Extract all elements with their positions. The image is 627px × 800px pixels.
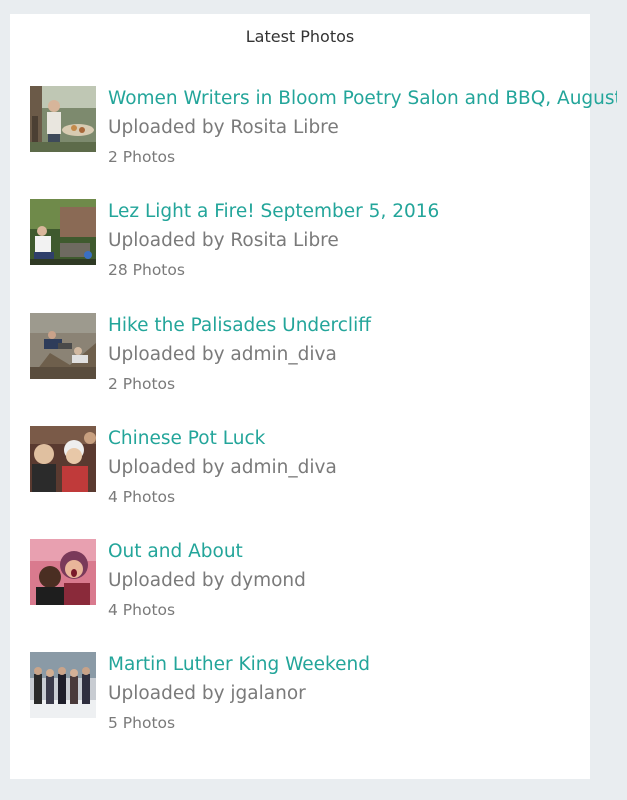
album-title-link[interactable]: Martin Luther King Weekend — [108, 654, 370, 675]
album-uploader: Uploaded by admin_diva — [108, 344, 337, 365]
album-photo-count: 5 Photos — [108, 714, 176, 732]
widget-title: Latest Photos — [245, 27, 355, 46]
album-thumbnail[interactable] — [30, 539, 96, 605]
latest-photos-widget: Latest Photos Women Writers in Bloom Poe… — [10, 14, 627, 779]
album-item: Chinese Pot Luck Uploaded by admin_diva … — [30, 426, 627, 516]
album-title-link[interactable]: Chinese Pot Luck — [108, 428, 265, 449]
album-thumbnail[interactable] — [30, 199, 96, 265]
album-uploader: Uploaded by Rosita Libre — [108, 230, 339, 251]
album-uploader: Uploaded by dymond — [108, 570, 306, 591]
album-item: Out and About Uploaded by dymond 4 Photo… — [30, 539, 627, 629]
page-edge — [617, 0, 627, 800]
album-thumbnail[interactable] — [30, 426, 96, 492]
album-title-link[interactable]: Lez Light a Fire! September 5, 2016 — [108, 201, 439, 222]
album-item: Hike the Palisades Undercliff Uploaded b… — [30, 313, 627, 403]
album-item: Women Writers in Bloom Poetry Salon and … — [30, 86, 627, 176]
album-photo-count: 2 Photos — [108, 375, 176, 393]
album-title-link[interactable]: Hike the Palisades Undercliff — [108, 315, 371, 336]
album-item: Martin Luther King Weekend Uploaded by j… — [30, 652, 627, 742]
album-title-link[interactable]: Women Writers in Bloom Poetry Salon and … — [108, 88, 627, 109]
album-uploader: Uploaded by admin_diva — [108, 457, 337, 478]
album-photo-count: 4 Photos — [108, 488, 176, 506]
album-photo-count: 4 Photos — [108, 601, 176, 619]
album-uploader: Uploaded by jgalanor — [108, 683, 306, 704]
album-title-link[interactable]: Out and About — [108, 541, 243, 562]
album-thumbnail[interactable] — [30, 86, 96, 152]
album-thumbnail[interactable] — [30, 313, 96, 379]
album-item: Lez Light a Fire! September 5, 2016 Uplo… — [30, 199, 627, 289]
album-thumbnail[interactable] — [30, 652, 96, 718]
album-uploader: Uploaded by Rosita Libre — [108, 117, 339, 138]
album-photo-count: 28 Photos — [108, 261, 185, 279]
album-photo-count: 2 Photos — [108, 148, 176, 166]
